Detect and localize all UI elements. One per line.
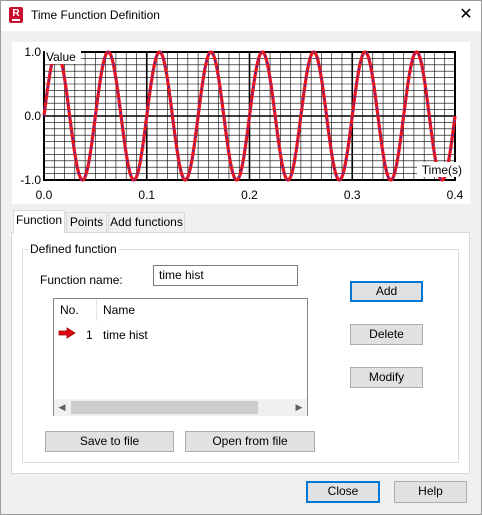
chart-svg: 0.0 0.1 0.2 0.3 0.41.00.0-1.0ValueTime(s) (20, 45, 464, 202)
scroll-left-icon[interactable]: ◀ (54, 400, 70, 415)
x-tick-label: 0.4 (447, 188, 464, 202)
list-item-number: 1 (86, 328, 93, 342)
close-button[interactable]: Close (306, 481, 380, 503)
time-function-chart: 0.0 0.1 0.2 0.3 0.4 1.0 0.0 -1.0 Value Time(s) (12, 42, 470, 204)
y-axis-label: Value (46, 50, 76, 64)
x-tick-label: 0.0 (36, 188, 53, 202)
column-separator[interactable] (96, 299, 97, 321)
open-from-file-button[interactable]: Open from file (185, 431, 315, 452)
x-axis-label: Time(s) (422, 163, 462, 177)
x-tick-label: 0.2 (241, 188, 258, 202)
help-button[interactable]: Help (394, 481, 467, 503)
tab-add-functions[interactable]: Add functions (108, 212, 185, 232)
modify-button[interactable]: Modify (350, 367, 423, 388)
tab-points[interactable]: Points (66, 212, 107, 232)
x-tick-label: 0.1 (138, 188, 155, 202)
function-name-label: Function name: (40, 273, 123, 287)
app-logo-icon: R (9, 7, 23, 23)
group-label: Defined function (28, 242, 119, 256)
y-tick-label: 0.0 (24, 109, 41, 123)
list-item-name: time hist (103, 328, 148, 342)
add-button[interactable]: Add (350, 281, 423, 302)
close-window-icon[interactable]: ✕ (452, 2, 480, 28)
save-to-file-button[interactable]: Save to file (45, 431, 174, 452)
tab-function[interactable]: Function (13, 210, 65, 233)
x-tick-label: 0.3 (344, 188, 361, 202)
scroll-right-icon[interactable]: ▶ (291, 400, 307, 415)
horizontal-scrollbar[interactable]: ◀ ▶ (54, 399, 307, 416)
y-tick-label: -1.0 (20, 173, 41, 187)
column-header-name[interactable]: Name (103, 303, 135, 317)
column-header-no[interactable]: No. (60, 303, 79, 317)
list-item[interactable] (56, 322, 306, 344)
delete-button[interactable]: Delete (350, 324, 423, 345)
function-name-input[interactable]: time hist (153, 265, 298, 286)
red-arrow-icon (58, 327, 76, 339)
window-title: Time Function Definition (31, 8, 160, 22)
y-tick-label: 1.0 (24, 45, 41, 59)
scrollbar-thumb[interactable] (71, 401, 258, 414)
